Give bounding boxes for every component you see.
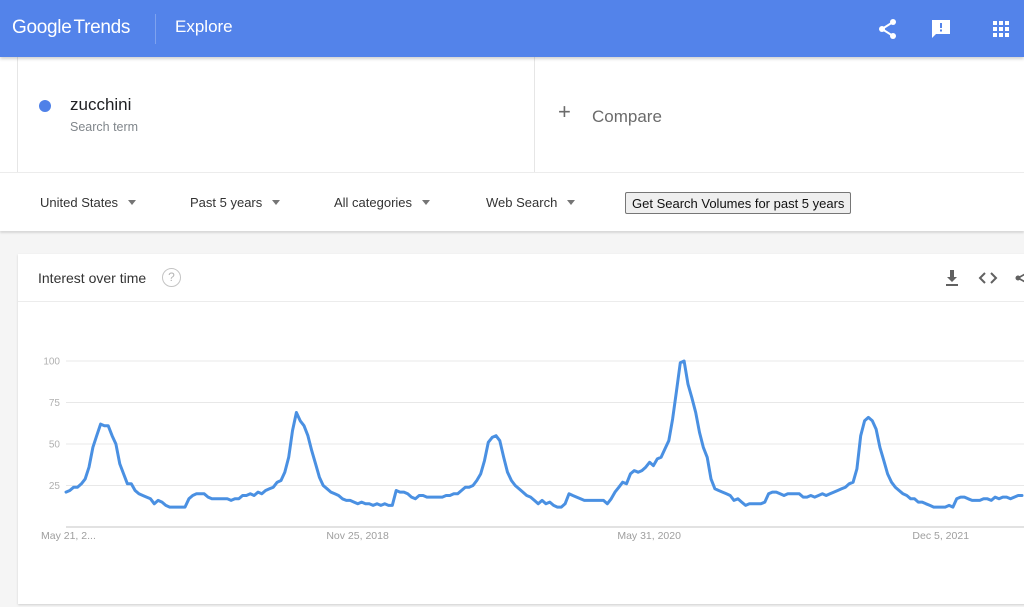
section-title: Explore — [175, 17, 233, 36]
get-search-volumes-button[interactable]: Get Search Volumes for past 5 years — [625, 192, 852, 214]
search-terms-panel: zucchini Search term + Compare — [0, 57, 1024, 172]
google-trends-logo[interactable]: Google Trends — [12, 17, 130, 39]
share-icon[interactable] — [876, 17, 900, 41]
compare-label: Compare — [592, 107, 662, 126]
y-tick-label: 75 — [49, 398, 61, 409]
search-type-value: Web Search — [486, 195, 558, 210]
search-type-dropdown[interactable]: Web Search — [486, 195, 576, 210]
region-dropdown[interactable]: United States — [40, 195, 137, 210]
plus-icon: + — [558, 99, 571, 124]
search-term-type: Search term — [70, 120, 139, 134]
time-range-dropdown[interactable]: Past 5 years — [190, 195, 281, 210]
interest-chart[interactable]: 25 50 75 100 May 21, 2... Nov 25, 2018 May 31,… — [18, 254, 1024, 604]
region-value: United States — [40, 195, 119, 210]
y-tick-label: 50 — [49, 440, 61, 451]
time-range-value: Past 5 years — [190, 195, 263, 210]
x-tick-label: May 21, 2... — [41, 530, 96, 542]
interest-over-time-card: Interest over time ? 25 50 75 100 May 21, 2.… — [18, 254, 1024, 604]
caret-down-icon — [567, 200, 576, 206]
feedback-icon[interactable] — [929, 17, 953, 41]
category-value: All categories — [334, 195, 413, 210]
caret-down-icon — [422, 200, 431, 206]
top-app-bar: Google Trends Explore — [0, 0, 1024, 57]
term-color-dot — [39, 100, 51, 112]
header-divider — [155, 14, 156, 44]
caret-down-icon — [128, 200, 137, 206]
caret-down-icon — [272, 200, 281, 206]
apps-grid-icon[interactable] — [989, 17, 1013, 41]
logo-trends-text: Trends — [73, 17, 131, 38]
logo-google-text: Google — [12, 17, 72, 38]
x-tick-label: Dec 5, 2021 — [912, 530, 969, 542]
y-tick-label: 25 — [49, 481, 61, 492]
search-term-name[interactable]: zucchini — [70, 95, 131, 115]
category-dropdown[interactable]: All categories — [334, 195, 431, 210]
y-tick-label: 100 — [43, 357, 60, 368]
x-tick-label: Nov 25, 2018 — [326, 530, 389, 542]
search-term-card[interactable]: zucchini Search term — [18, 57, 533, 172]
compare-button[interactable]: + Compare — [534, 57, 1024, 172]
filter-bar: United States Past 5 years All categorie… — [0, 172, 1024, 231]
x-tick-label: May 31, 2020 — [617, 530, 681, 542]
